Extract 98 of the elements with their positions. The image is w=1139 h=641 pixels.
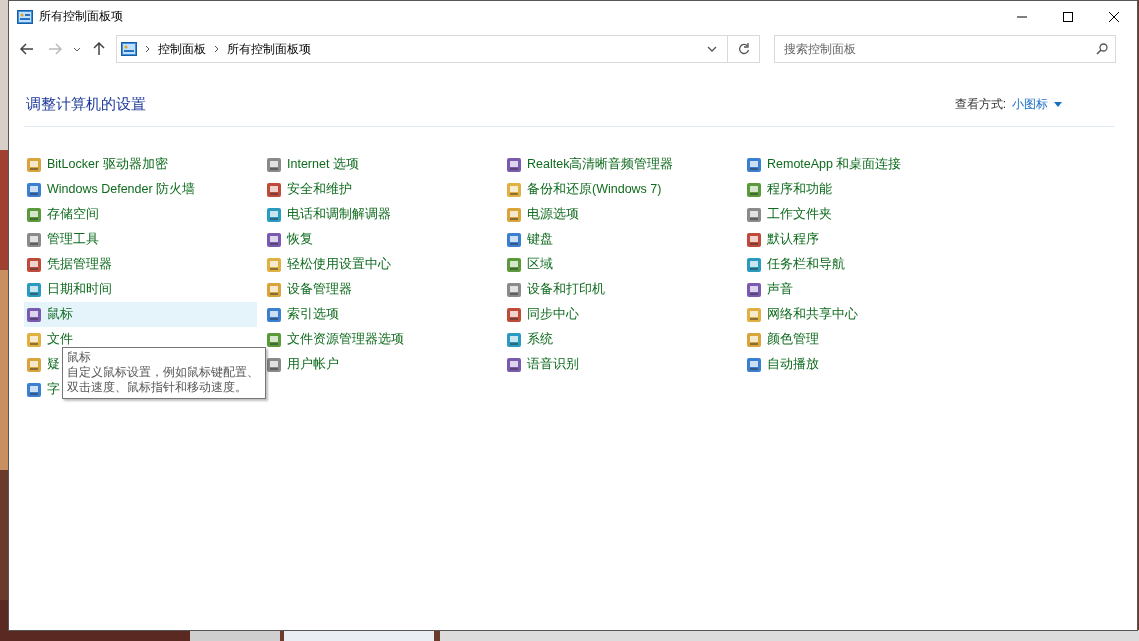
control-panel-item[interactable]: 存储空间 (24, 202, 103, 227)
applet-icon (506, 256, 522, 273)
applet-icon (506, 181, 522, 198)
view-mode-dropdown[interactable]: 小图标 (1006, 95, 1062, 113)
control-panel-item[interactable]: 轻松使用设置中心 (264, 252, 395, 277)
caret-icon (73, 46, 81, 52)
control-panel-item[interactable]: 安全和维护 (264, 177, 356, 202)
control-panel-item[interactable]: 网络和共享中心 (744, 302, 862, 327)
applet-icon (266, 206, 282, 223)
control-panel-item[interactable]: 文件资源管理器选项 (264, 327, 408, 352)
refresh-icon (737, 43, 750, 55)
control-panel-item[interactable]: 语音识别 (504, 352, 583, 377)
applet-icon (506, 231, 522, 248)
control-panel-item[interactable]: 工作文件夹 (744, 202, 836, 227)
chevron-icon (214, 45, 219, 53)
control-panel-item[interactable]: 用户帐户 (264, 352, 343, 377)
applet-icon (266, 231, 282, 248)
refresh-button[interactable] (728, 35, 760, 63)
control-panel-item[interactable]: 电源选项 (504, 202, 583, 227)
applet-icon (266, 156, 282, 173)
address-bar[interactable]: 控制面板 所有控制面板项 (116, 35, 728, 63)
control-panel-item[interactable]: 默认程序 (744, 227, 823, 252)
applet-icon (26, 156, 42, 173)
applet-icon (746, 356, 762, 373)
applet-icon (26, 181, 42, 198)
control-panel-item[interactable]: 声音 (744, 277, 797, 302)
control-panel-item[interactable]: 字 (24, 377, 64, 402)
breadcrumb[interactable]: 控制面板 (158, 40, 206, 58)
caret-icon (1054, 101, 1062, 107)
control-panel-item[interactable]: 自动播放 (744, 352, 823, 377)
applet-icon (26, 256, 42, 273)
applet-icon (26, 306, 42, 323)
applet-icon (506, 331, 522, 348)
control-panel-item[interactable]: 电话和调制解调器 (264, 202, 395, 227)
control-panel-item[interactable]: 同步中心 (504, 302, 583, 327)
applet-icon (266, 306, 282, 323)
applet-icon (746, 181, 762, 198)
control-panel-item[interactable]: Realtek高清晰音频管理器 (504, 152, 678, 177)
control-panel-item[interactable]: 系统 (504, 327, 557, 352)
maximize-icon (1063, 11, 1073, 22)
control-panel-icon (17, 9, 33, 24)
applet-icon (746, 331, 762, 348)
control-panel-item[interactable]: 管理工具 (24, 227, 103, 252)
search-icon (1096, 43, 1108, 55)
dropdown-icon[interactable] (707, 46, 717, 52)
control-panel-item[interactable]: 设备和打印机 (504, 277, 609, 302)
view-by-label: 查看方式: (954, 95, 1006, 113)
control-panel-item[interactable]: 颜色管理 (744, 327, 823, 352)
close-icon (1109, 11, 1119, 22)
applet-icon (266, 256, 282, 273)
control-panel-item[interactable]: 鼠标 (24, 302, 257, 327)
applet-icon (746, 231, 762, 248)
up-arrow-icon (93, 42, 105, 56)
control-panel-item[interactable]: 设备管理器 (264, 277, 356, 302)
applet-icon (746, 156, 762, 173)
tooltip-description: 自定义鼠标设置，例如鼠标键配置、双击速度、鼠标指针和移动速度。 (67, 365, 259, 395)
applet-icon (26, 206, 42, 223)
chevron-icon (145, 45, 150, 53)
applet-icon (746, 206, 762, 223)
control-panel-item[interactable]: 疑 (24, 352, 64, 377)
applet-icon (26, 356, 42, 373)
applet-icon (26, 331, 42, 348)
control-panel-item[interactable]: RemoteApp 和桌面连接 (744, 152, 906, 177)
back-arrow-icon (20, 43, 34, 55)
applet-icon (506, 156, 522, 173)
control-panel-item[interactable]: Windows Defender 防火墙 (24, 177, 200, 202)
search-field[interactable]: 搜索控制面板 (774, 35, 1116, 63)
applet-icon (26, 381, 42, 398)
control-panel-item[interactable]: 文件 (24, 327, 77, 352)
applet-icon (266, 281, 282, 298)
control-panel-item[interactable]: 备份和还原(Windows 7) (504, 177, 666, 202)
applet-icon (746, 281, 762, 298)
applet-icon (506, 206, 522, 223)
applet-icon (506, 356, 522, 373)
control-panel-item[interactable]: 程序和功能 (744, 177, 836, 202)
tooltip-title: 鼠标 (67, 350, 92, 365)
control-panel-item[interactable]: 凭据管理器 (24, 252, 116, 277)
breadcrumb[interactable]: 所有控制面板项 (227, 40, 311, 58)
control-panel-item[interactable]: 恢复 (264, 227, 317, 252)
forward-arrow-icon (48, 43, 62, 55)
control-panel-icon (121, 42, 137, 56)
page-heading: 调整计算机的设置 (26, 94, 146, 114)
applet-icon (26, 281, 42, 298)
applet-icon (26, 231, 42, 248)
control-panel-item[interactable]: BitLocker 驱动器加密 (24, 152, 172, 177)
control-panel-item[interactable]: Internet 选项 (264, 152, 363, 177)
control-panel-item[interactable]: 区域 (504, 252, 557, 277)
applet-icon (266, 181, 282, 198)
applet-icon (266, 331, 282, 348)
applet-icon (506, 281, 522, 298)
control-panel-item[interactable]: 日期和时间 (24, 277, 116, 302)
window-title: 所有控制面板项 (39, 8, 123, 25)
control-panel-item[interactable]: 键盘 (504, 227, 557, 252)
applet-icon (746, 306, 762, 323)
applet-icon (746, 256, 762, 273)
control-panel-item[interactable]: 索引选项 (264, 302, 343, 327)
control-panel-item[interactable]: 任务栏和导航 (744, 252, 849, 277)
applet-icon (506, 306, 522, 323)
